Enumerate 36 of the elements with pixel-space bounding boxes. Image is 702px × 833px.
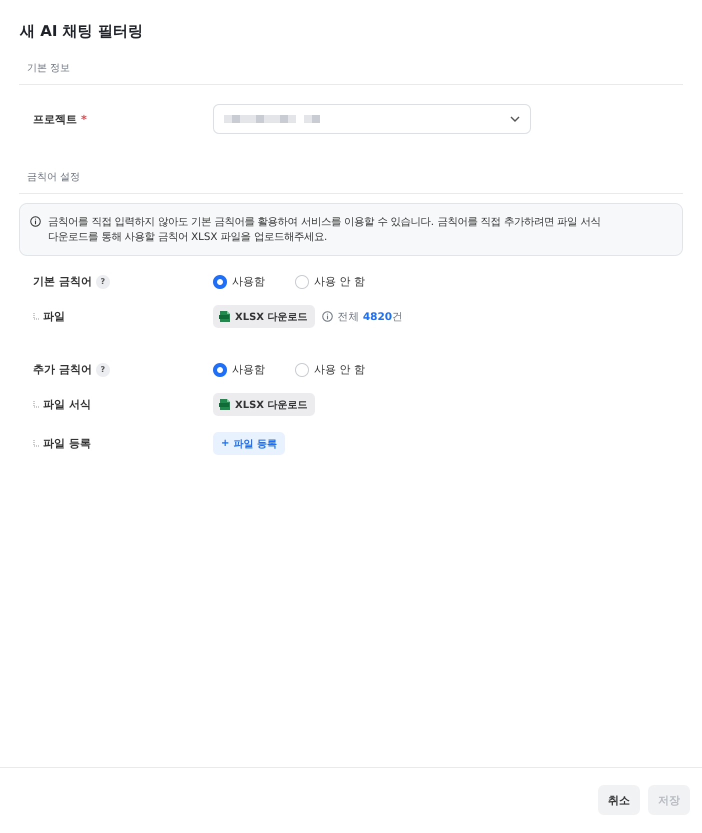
help-icon[interactable]: ? xyxy=(96,274,110,288)
radio-circle[interactable] xyxy=(213,362,227,376)
dialog-title: 새 AI 채팅 필터링 xyxy=(20,22,144,41)
branch-icon xyxy=(33,440,39,447)
radio-option[interactable]: 사용함 xyxy=(213,274,265,289)
total-count: 전체 4820건 xyxy=(337,310,404,324)
info-icon xyxy=(322,311,334,322)
required-mark: * xyxy=(81,112,87,126)
field-label: 파일 xyxy=(43,309,65,324)
branch-icon xyxy=(33,313,39,320)
spreadsheet-icon xyxy=(219,398,231,411)
footer-button[interactable]: 취소 xyxy=(598,785,640,815)
field-label: 기본 금칙어 xyxy=(33,274,92,289)
section-heading: 기본 정보 xyxy=(19,41,683,85)
field-label: 추가 금칙어 xyxy=(33,362,92,377)
radio-option[interactable]: 사용 안 함 xyxy=(295,274,365,289)
download-button[interactable]: XLSX 다운로드 xyxy=(213,393,316,416)
spreadsheet-icon xyxy=(219,310,231,323)
download-button[interactable]: XLSX 다운로드 xyxy=(213,305,316,328)
radio-circle[interactable] xyxy=(295,274,309,288)
radio-option[interactable]: 사용 안 함 xyxy=(295,362,365,377)
radio-circle[interactable] xyxy=(295,362,309,376)
chevron-down-icon xyxy=(510,116,520,122)
field-label: 프로젝트 xyxy=(33,112,77,126)
help-icon[interactable]: ? xyxy=(96,362,110,376)
info-icon xyxy=(30,216,41,227)
notice-text: 금칙어를 직접 입력하지 않아도 기본 금칙어를 활용하여 서비스를 이용할 수 있습니다. 금칙어를 직접 추가하려면 파일 서식 다운로드를 통해 사용할 금칙어 XLSX 파일을 업로드해주세요. xyxy=(48,216,600,243)
branch-icon xyxy=(33,401,39,408)
project-select[interactable] xyxy=(213,104,531,134)
radio-circle[interactable] xyxy=(213,274,227,288)
radio-option[interactable]: 사용함 xyxy=(213,362,265,377)
section-heading: 금칙어 설정 xyxy=(19,134,683,194)
field-label: 파일 등록 xyxy=(43,436,91,451)
upload-button[interactable]: + 파일 등록 xyxy=(213,432,285,455)
field-label: 파일 서식 xyxy=(43,397,91,412)
plus-icon: + xyxy=(221,438,230,449)
